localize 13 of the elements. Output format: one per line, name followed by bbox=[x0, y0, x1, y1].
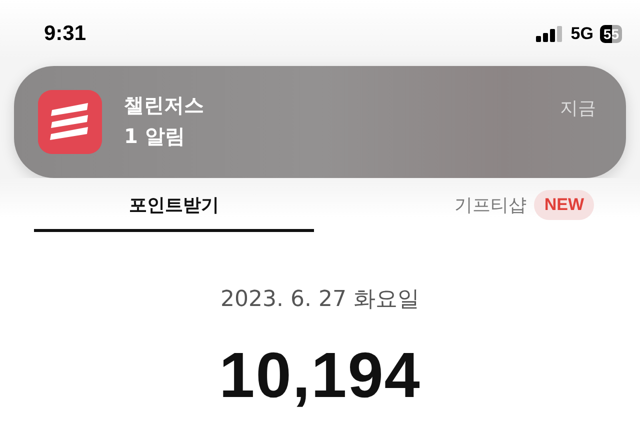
tab[interactable]: 기프티샵 NEW bbox=[314, 186, 606, 232]
tab[interactable]: 포인트받기 bbox=[34, 186, 314, 232]
network-label: 5G bbox=[570, 24, 594, 44]
signal-icon bbox=[536, 26, 564, 42]
app-name: 챌린저스 bbox=[124, 92, 205, 119]
notification-message: 1 알림 bbox=[124, 123, 186, 150]
notification-banner[interactable]: 챌린저스 1 알림 지금 bbox=[14, 66, 626, 178]
notification-time: 지금 bbox=[560, 97, 596, 120]
tab-label: 기프티샵 bbox=[454, 194, 526, 216]
clock: 9:31 bbox=[44, 22, 88, 46]
date-label: 2023. 6. 27 화요일 bbox=[220, 286, 420, 314]
app-icon bbox=[38, 90, 102, 154]
points-total: 10,194 bbox=[219, 338, 421, 412]
